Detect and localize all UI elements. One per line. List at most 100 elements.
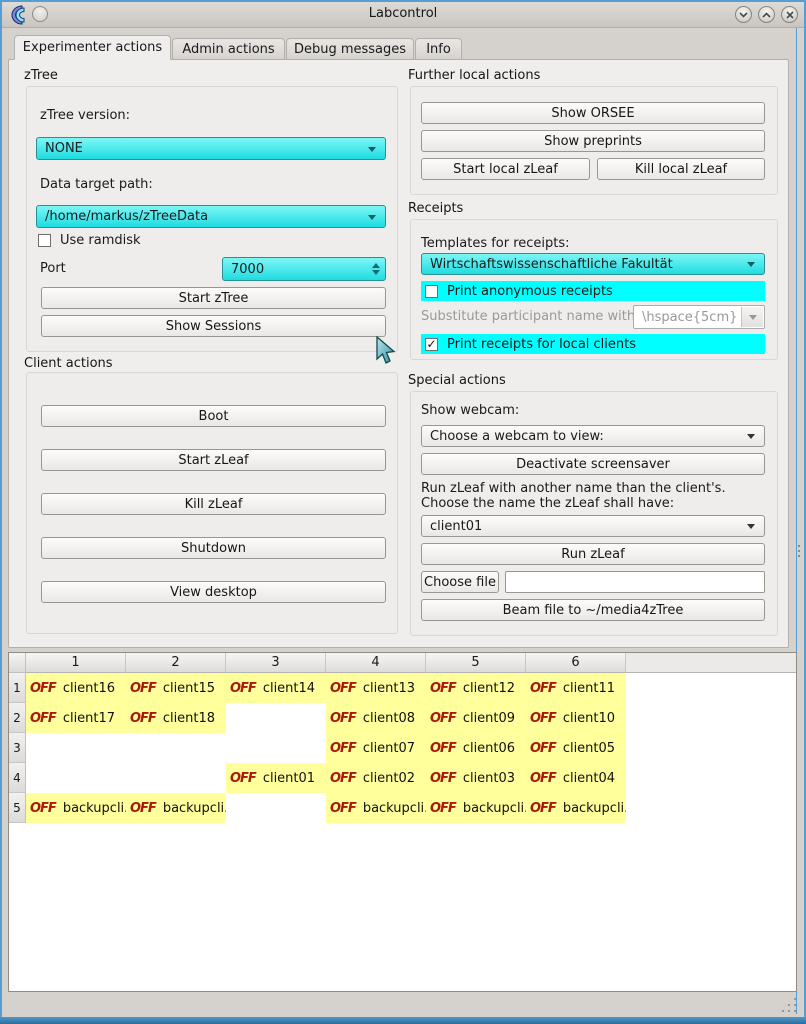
minimize-button[interactable]	[735, 6, 752, 23]
run-zleaf-button[interactable]: Run zLeaf	[421, 543, 765, 565]
show-webcam-label: Show webcam:	[421, 403, 519, 418]
row-header-3[interactable]: 3	[9, 733, 26, 763]
status-off-badge: OFF	[130, 711, 156, 726]
client-cell[interactable]: OFFclient02	[326, 763, 426, 793]
port-spinbox[interactable]: 7000	[222, 257, 386, 281]
group-title-special-actions: Special actions	[408, 373, 506, 388]
print-anonymous-checkbox[interactable]	[425, 285, 438, 298]
tab-info[interactable]: Info	[415, 38, 462, 60]
client-cell[interactable]: OFFclient16	[26, 673, 126, 703]
resize-grip[interactable]	[782, 998, 802, 1016]
client-cell[interactable]: OFFbackupcli...	[126, 793, 226, 823]
column-header-4[interactable]: 4	[326, 653, 426, 673]
substitute-name-value: \hspace{5cm}	[642, 310, 737, 325]
client-cell[interactable]: OFFbackupcli...	[526, 793, 626, 823]
client-table: 1234561OFFclient16OFFclient15OFFclient14…	[8, 652, 797, 992]
spinner-arrows[interactable]	[369, 260, 383, 278]
client-cell[interactable]: OFFclient11	[526, 673, 626, 703]
ztree-version-select[interactable]: NONE	[36, 137, 386, 160]
empty-cell[interactable]	[226, 703, 326, 733]
chevron-down-icon	[739, 12, 748, 18]
status-off-badge: OFF	[130, 801, 156, 816]
show-sessions-button[interactable]: Show Sessions	[41, 315, 386, 337]
empty-cell[interactable]	[226, 733, 326, 763]
status-off-badge: OFF	[530, 681, 556, 696]
boot-button[interactable]: Boot	[41, 405, 386, 427]
show-preprints-button[interactable]: Show preprints	[421, 130, 765, 152]
client-cell[interactable]: OFFclient07	[326, 733, 426, 763]
kill-zleaf-button[interactable]: Kill zLeaf	[41, 493, 386, 515]
client-name: client08	[363, 711, 415, 726]
client-cell[interactable]: OFFclient04	[526, 763, 626, 793]
client-cell[interactable]: OFFclient08	[326, 703, 426, 733]
empty-cell[interactable]	[226, 793, 326, 823]
labcontrol-window: Labcontrol Experimenter actions Admin ac…	[0, 0, 806, 1024]
client-cell[interactable]: OFFclient15	[126, 673, 226, 703]
maximize-button[interactable]	[758, 6, 775, 23]
shutdown-button[interactable]: Shutdown	[41, 537, 386, 559]
column-header-2[interactable]: 2	[126, 653, 226, 673]
data-target-path-select[interactable]: /home/markus/zTreeData	[36, 205, 386, 228]
receipt-template-select[interactable]: Wirtschaftswissenschaftliche Fakultät	[421, 253, 765, 275]
use-ramdisk-checkbox[interactable]	[38, 234, 51, 247]
kill-local-zleaf-button[interactable]: Kill local zLeaf	[597, 158, 765, 180]
tab-experimenter-actions[interactable]: Experimenter actions	[14, 35, 171, 60]
client-cell[interactable]: OFFclient05	[526, 733, 626, 763]
client-cell[interactable]: OFFclient14	[226, 673, 326, 703]
file-path-input[interactable]	[505, 571, 765, 593]
start-local-zleaf-button[interactable]: Start local zLeaf	[421, 158, 590, 180]
column-header-5[interactable]: 5	[426, 653, 526, 673]
client-name: client09	[463, 711, 515, 726]
client-cell[interactable]: OFF client18	[126, 703, 226, 733]
view-desktop-button[interactable]: View desktop	[41, 581, 386, 603]
row-header-1[interactable]: 1	[9, 673, 26, 703]
row-header-5[interactable]: 5	[9, 793, 26, 823]
empty-cell[interactable]	[26, 733, 126, 763]
status-off-badge: OFF	[330, 801, 356, 816]
client-cell[interactable]: OFFclient01	[226, 763, 326, 793]
column-header-1[interactable]: 1	[26, 653, 126, 673]
print-local-checkbox[interactable]: ✓	[425, 338, 438, 351]
start-ztree-button[interactable]: Start zTree	[41, 287, 386, 309]
client-cell[interactable]: OFFclient03	[426, 763, 526, 793]
close-button[interactable]	[781, 6, 798, 23]
tab-admin-actions[interactable]: Admin actions	[172, 38, 285, 60]
client-cell[interactable]: OFFclient17	[26, 703, 126, 733]
empty-cell[interactable]	[126, 733, 226, 763]
client-cell[interactable]: OFFbackupcli...	[326, 793, 426, 823]
client-cell[interactable]: OFFclient13	[326, 673, 426, 703]
window-border-bottom	[0, 1017, 806, 1024]
beam-file-button[interactable]: Beam file to ~/media4zTree	[421, 599, 765, 621]
row-header-2[interactable]: 2	[9, 703, 26, 733]
start-zleaf-button[interactable]: Start zLeaf	[41, 449, 386, 471]
show-orsee-button[interactable]: Show ORSEE	[421, 102, 765, 124]
empty-cell[interactable]	[126, 763, 226, 793]
client-cell[interactable]: OFFbackupcli...	[26, 793, 126, 823]
client-cell[interactable]: OFFclient09	[426, 703, 526, 733]
webcam-select[interactable]: Choose a webcam to view:	[421, 425, 765, 447]
deactivate-screensaver-button[interactable]: Deactivate screensaver	[421, 453, 765, 475]
status-off-badge: OFF	[130, 681, 156, 696]
client-cell[interactable]: OFFclient10	[526, 703, 626, 733]
column-header-6[interactable]: 6	[526, 653, 626, 673]
print-local-label: Print receipts for local clients	[447, 337, 636, 352]
choose-file-button[interactable]: Choose file	[421, 571, 499, 593]
tab-debug-messages[interactable]: Debug messages	[286, 38, 414, 60]
client-name: client01	[263, 771, 315, 786]
run-zleaf-note-line1: Run zLeaf with another name than the cli…	[421, 481, 726, 496]
status-off-badge: OFF	[530, 741, 556, 756]
window-menu-button[interactable]	[32, 6, 48, 22]
zleaf-name-select[interactable]: client01	[421, 515, 765, 537]
run-zleaf-note-line2: Choose the name the zLeaf shall have:	[421, 496, 674, 511]
client-cell[interactable]: OFFclient12	[426, 673, 526, 703]
row-header-4[interactable]: 4	[9, 763, 26, 793]
client-cell[interactable]: OFFclient06	[426, 733, 526, 763]
column-header-3[interactable]: 3	[226, 653, 326, 673]
chevron-down-icon	[749, 315, 757, 320]
chevron-down-icon	[747, 524, 755, 529]
client-name: client18	[163, 711, 215, 726]
window-title: Labcontrol	[0, 6, 806, 21]
client-cell[interactable]: OFFbackupcli...	[426, 793, 526, 823]
receipt-template-value: Wirtschaftswissenschaftliche Fakultät	[430, 257, 673, 272]
empty-cell[interactable]	[26, 763, 126, 793]
